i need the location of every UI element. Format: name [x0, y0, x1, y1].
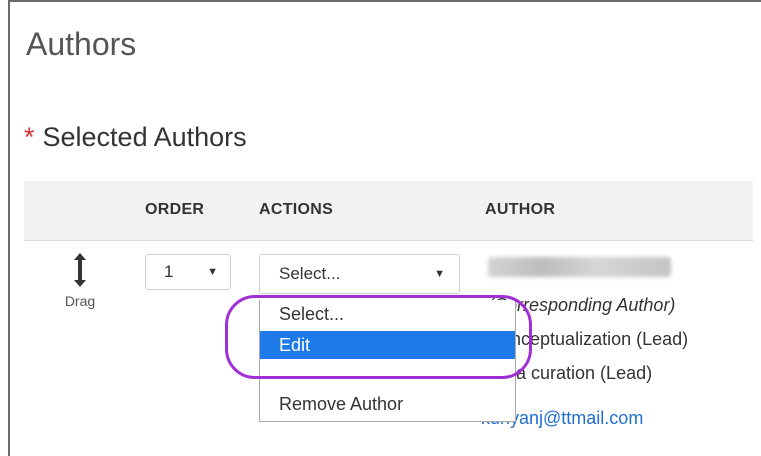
contribution-item: Data curation (Lead)	[488, 363, 653, 383]
dropdown-option-edit[interactable]: Edit	[260, 331, 515, 359]
column-header-order: ORDER	[145, 201, 205, 218]
column-header-actions: ACTIONS	[259, 201, 334, 218]
required-mark: *	[24, 122, 35, 152]
column-header-author: AUTHOR	[485, 201, 556, 218]
actions-dropdown-menu: Select... Edit Remove Author	[259, 300, 516, 422]
dropdown-option-select[interactable]: Select...	[260, 301, 515, 327]
order-select[interactable]: 1 ▼	[145, 254, 231, 290]
table-header: ORDER ACTIONS AUTHOR	[24, 181, 753, 241]
order-value: 1	[164, 262, 174, 281]
section-title-text: Selected Authors	[42, 122, 247, 152]
dropdown-option-remove-author[interactable]: Remove Author	[260, 391, 515, 417]
section-title: * Selected Authors	[24, 122, 247, 153]
author-name-redacted	[488, 257, 671, 277]
author-role: (Corresponding Author)	[488, 295, 676, 315]
contribution-item: Conceptualization (Lead)	[488, 329, 689, 349]
chevron-down-icon: ▼	[207, 266, 218, 278]
drag-arrows-icon	[74, 253, 86, 287]
actions-selected-value: Select...	[279, 264, 341, 283]
actions-select[interactable]: Select... ▼	[259, 254, 460, 294]
drag-label: Drag	[64, 293, 96, 309]
drag-handle[interactable]: Drag	[50, 253, 110, 309]
page-title: Authors	[26, 26, 137, 62]
author-cell: (Corresponding Author) Conceptualization…	[488, 254, 753, 390]
chevron-down-icon: ▼	[434, 268, 445, 280]
